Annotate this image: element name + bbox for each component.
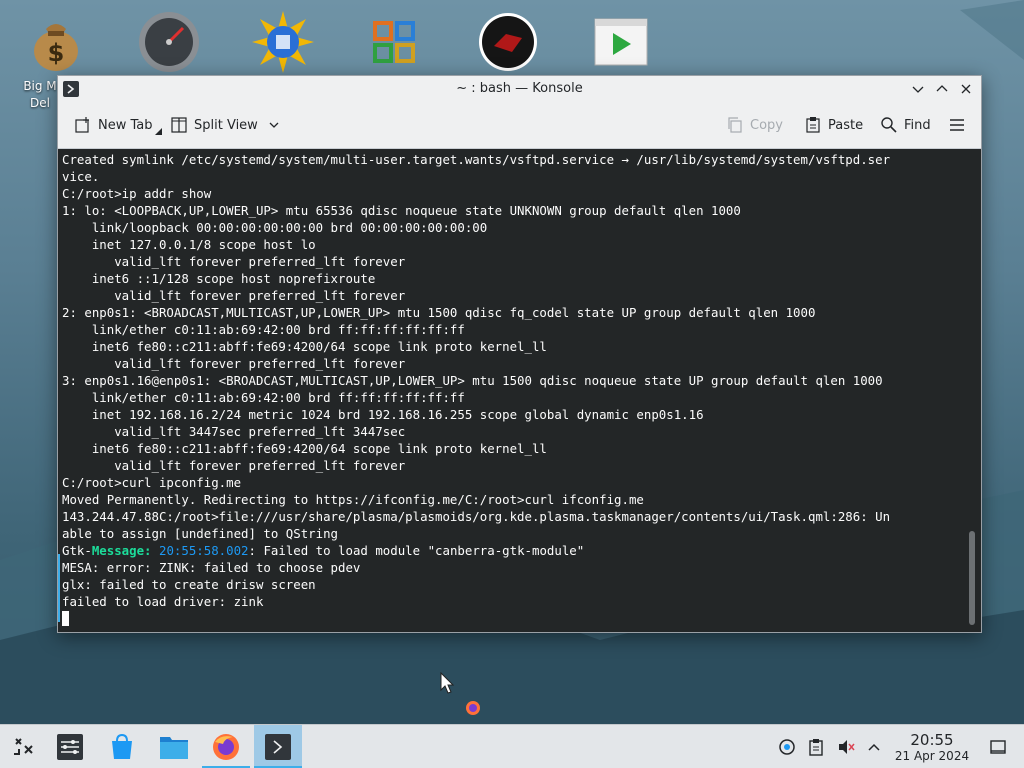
terminal-line: inet 192.168.16.2/24 metric 1024 brd 192… xyxy=(91,407,704,422)
terminal-icon xyxy=(265,734,291,760)
terminal-line: valid_lft forever preferred_lft forever xyxy=(114,458,406,473)
find-button[interactable]: Find xyxy=(880,112,931,138)
hamburger-menu-icon xyxy=(950,119,964,131)
taskbar-file-manager[interactable] xyxy=(150,725,198,768)
terminal-line: valid_lft forever preferred_lft forever xyxy=(114,254,406,269)
terminal-output: Created symlink /etc/systemd/system/mult… xyxy=(62,151,962,627)
terminal-line: Created symlink /etc/systemd/system/mult… xyxy=(62,152,891,167)
mouse-pointer-icon xyxy=(440,672,455,694)
svg-text:$: $ xyxy=(48,39,65,67)
terminal-line: inet6 fe80::c211:abff:fe69:4200/64 scope… xyxy=(91,339,547,354)
new-tab-button[interactable]: New Tab xyxy=(74,112,162,138)
application-launcher-button[interactable] xyxy=(0,725,48,768)
selection-marker xyxy=(58,554,60,622)
terminal-line: valid_lft forever preferred_lft forever xyxy=(114,288,406,303)
tray-expand-chevron-icon[interactable] xyxy=(864,737,884,757)
terminal-line: MESA: error: ZINK: failed to choose pdev xyxy=(62,560,361,575)
terminal-line: inet 127.0.0.1/8 scope host lo xyxy=(91,237,316,252)
scrollbar-thumb[interactable] xyxy=(969,531,975,625)
dropdown-arrow-icon xyxy=(154,127,162,135)
copy-button[interactable]: Copy xyxy=(726,112,783,138)
terminal-line: able to assign [undefined] to QString xyxy=(62,526,339,541)
gtk-prefix: Gtk- xyxy=(62,543,92,558)
terminal-view[interactable]: Created symlink /etc/systemd/system/mult… xyxy=(58,149,981,632)
launcher-arrows-icon xyxy=(14,738,33,755)
gtk-message-text: : Failed to load module "canberra-gtk-mo… xyxy=(248,543,585,558)
terminal-line: 1: lo: <LOOPBACK,UP,LOWER_UP> mtu 65536 … xyxy=(62,203,741,218)
terminal-line: C:/root>curl ipconfig.me xyxy=(62,475,242,490)
close-button[interactable] xyxy=(957,80,975,98)
desktop-icon-label: Big M Del xyxy=(23,79,57,110)
dark-circle-desktop-icon[interactable] xyxy=(472,6,544,78)
konsole-window[interactable]: ~ : bash — Konsole New Tab Split View Co… xyxy=(57,75,982,633)
terminal-line: inet6 fe80::c211:abff:fe69:4200/64 scope… xyxy=(91,441,547,456)
terminal-line: C:/root>ip addr show xyxy=(62,186,212,201)
speedometer-desktop-icon[interactable] xyxy=(133,6,205,78)
new-tab-label: New Tab xyxy=(98,117,153,133)
hamburger-menu-button[interactable] xyxy=(948,112,966,138)
office-desktop-icon[interactable] xyxy=(358,6,430,78)
tray-vault-icon[interactable] xyxy=(777,737,797,757)
money-bag-desktop-icon[interactable]: $ xyxy=(20,6,92,78)
settings-sliders-icon xyxy=(57,734,83,760)
gtk-message-label: Message: xyxy=(91,543,152,558)
terminal-line: valid_lft 3447sec preferred_lft 3447sec xyxy=(114,424,406,439)
firefox-drag-icon xyxy=(466,701,480,715)
terminal-line: link/loopback 00:00:00:00:00:00 brd 00:0… xyxy=(91,220,488,235)
paste-button[interactable]: Paste xyxy=(804,112,863,138)
taskbar: 20:55 21 Apr 2024 xyxy=(0,724,1024,768)
konsole-toolbar: New Tab Split View Copy Paste Find xyxy=(58,102,981,149)
find-label: Find xyxy=(904,117,931,133)
terminal-line: vice. xyxy=(62,169,100,184)
window-title: ~ : bash — Konsole xyxy=(456,81,583,96)
taskbar-discover[interactable] xyxy=(98,725,146,768)
folder-icon xyxy=(160,737,188,759)
digital-clock[interactable]: 20:55 21 Apr 2024 xyxy=(890,731,974,764)
taskbar-konsole[interactable] xyxy=(254,725,302,768)
search-icon xyxy=(881,117,897,133)
minimize-button[interactable] xyxy=(909,80,927,98)
tray-clipboard-icon[interactable] xyxy=(806,737,826,757)
clock-time: 20:55 xyxy=(910,731,954,749)
terminal-line: 3: enp0s1.16@enp0s1: <BROADCAST,MULTICAS… xyxy=(62,373,883,388)
paste-label: Paste xyxy=(828,117,864,133)
chevron-down-icon xyxy=(269,122,279,128)
terminal-line: 2: enp0s1: <BROADCAST,MULTICAST,UP,LOWER… xyxy=(62,305,816,320)
sun-globe-desktop-icon[interactable] xyxy=(247,6,319,78)
shopping-bag-icon xyxy=(112,733,132,759)
terminal-line: valid_lft forever preferred_lft forever xyxy=(114,356,406,371)
split-view-button[interactable]: Split View xyxy=(170,112,280,138)
terminal-line: glx: failed to create drisw screen xyxy=(62,577,316,592)
gtk-timestamp: 20:55:58.002 xyxy=(159,543,249,558)
split-view-label: Split View xyxy=(194,117,258,133)
clock-date: 21 Apr 2024 xyxy=(894,749,970,763)
terminal-line: link/ether c0:11:ab:69:42:00 brd ff:ff:f… xyxy=(91,390,465,405)
paste-icon xyxy=(806,117,820,133)
maximize-button[interactable] xyxy=(933,80,951,98)
terminal-cursor xyxy=(62,611,69,626)
split-view-icon xyxy=(171,117,187,133)
play-window-desktop-icon[interactable] xyxy=(585,6,657,78)
terminal-line: link/ether c0:11:ab:69:42:00 brd ff:ff:f… xyxy=(91,322,465,337)
terminal-line: Moved Permanently. Redirecting to https:… xyxy=(62,492,644,507)
terminal-line: 143.244.47.88C:/root>file:///usr/share/p… xyxy=(62,509,891,524)
copy-icon xyxy=(728,117,742,133)
tray-volume-muted-icon[interactable] xyxy=(836,737,856,757)
copy-label: Copy xyxy=(750,117,783,133)
terminal-line: inet6 ::1/128 scope host noprefixroute xyxy=(91,271,376,286)
taskbar-firefox[interactable] xyxy=(202,725,250,768)
new-tab-icon xyxy=(75,117,89,133)
firefox-icon xyxy=(213,734,239,760)
show-desktop-icon[interactable] xyxy=(988,737,1008,757)
taskbar-system-settings[interactable] xyxy=(46,725,94,768)
terminal-line: failed to load driver: zink xyxy=(62,594,264,609)
window-titlebar[interactable]: ~ : bash — Konsole xyxy=(58,76,981,102)
